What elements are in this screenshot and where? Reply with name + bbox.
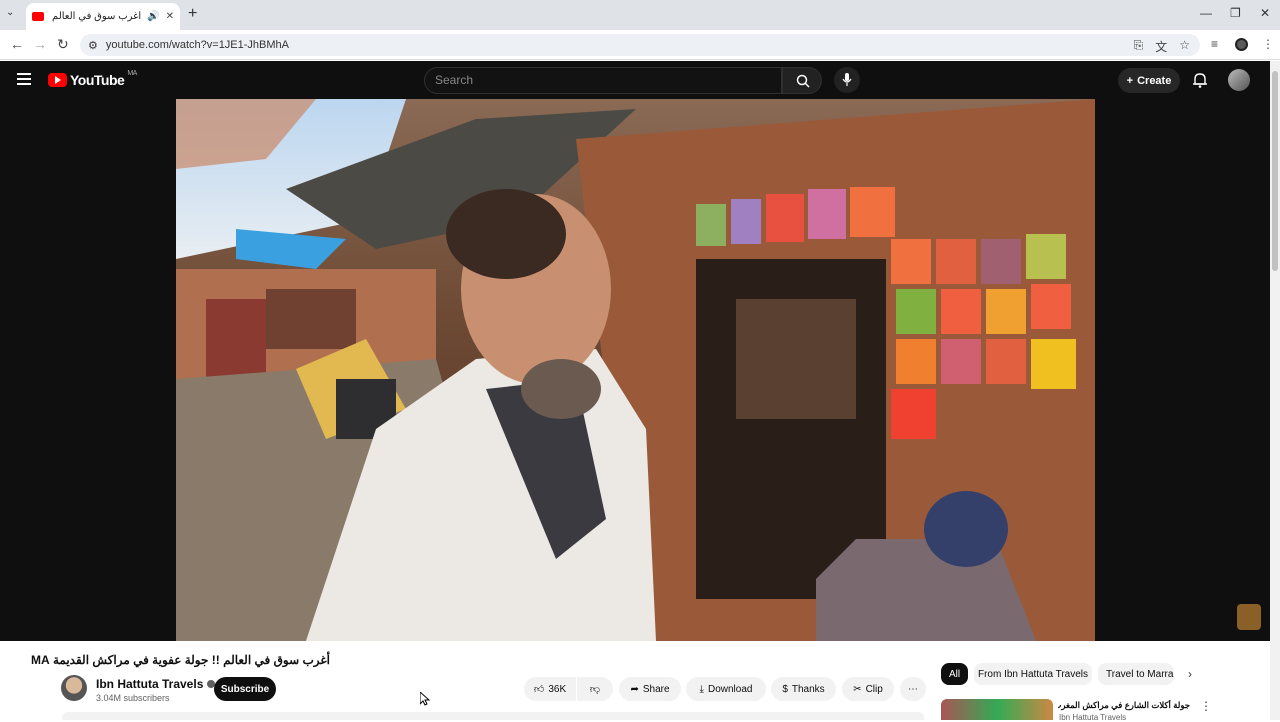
window-close-icon[interactable]: ✕ [1260, 6, 1270, 20]
chip-travel[interactable]: Travel to Marrak [1098, 663, 1174, 685]
speaker-icon[interactable]: 🔊 [147, 11, 159, 22]
extension-overlay-icon[interactable] [1237, 604, 1261, 630]
next-video-title[interactable]: جولة أكلات الشارع في مراكش المغرب MA [1058, 700, 1190, 711]
more-horizontal-icon: ⋯ [908, 683, 918, 695]
video-info-section: أغرب سوق في العالم !! جولة عفوية في مراك… [0, 641, 1270, 722]
video-title: أغرب سوق في العالم !! جولة عفوية في مراك… [30, 653, 330, 667]
video-frame-image [176, 99, 1095, 641]
description-box-top[interactable] [62, 712, 924, 720]
clip-button[interactable]: ✂ Clip [842, 677, 894, 701]
thumbs-down-icon: 👎︎ [589, 684, 601, 695]
thanks-label: Thanks [791, 683, 825, 695]
site-info-icon[interactable]: ⚙ [88, 39, 98, 52]
next-video-menu-icon[interactable]: ⋮ [1200, 699, 1212, 713]
browser-profile-avatar[interactable] [1235, 38, 1248, 51]
scissors-icon: ✂ [853, 683, 862, 695]
mouse-cursor-icon [420, 692, 430, 706]
microphone-icon [842, 73, 852, 86]
thanks-icon: $ [782, 683, 788, 695]
subscriber-count: 3.04M subscribers [96, 693, 170, 703]
voice-search-button[interactable] [834, 67, 860, 93]
download-button[interactable]: ⤓ Download [686, 677, 766, 701]
translate-icon[interactable]: 文 [1155, 38, 1167, 55]
account-avatar[interactable] [1228, 69, 1250, 91]
share-label: Share [642, 683, 670, 695]
chevron-right-icon[interactable]: › [1188, 667, 1192, 681]
notifications-bell-icon[interactable] [1193, 72, 1207, 88]
install-app-icon[interactable]: ⎘ [1134, 38, 1144, 55]
reload-icon[interactable]: ↻ [57, 36, 69, 53]
page-scrollbar[interactable] [1270, 61, 1280, 720]
restore-icon[interactable]: ❐ [1230, 6, 1241, 20]
share-button[interactable]: ➦ Share [619, 677, 681, 701]
hamburger-menu-icon[interactable] [17, 73, 31, 88]
minimize-icon[interactable]: — [1200, 6, 1212, 20]
browser-toolbar: ← → ↻ ⚙ youtube.com/watch?v=1JE1-JhBMhA … [0, 30, 1280, 60]
logo-text: YouTube [70, 72, 125, 88]
bookmark-star-icon[interactable]: ☆ [1179, 38, 1190, 55]
channel-name-link[interactable]: Ibn Hattuta Travels [96, 677, 216, 691]
tab-search-icon[interactable]: ⌄ [6, 7, 14, 18]
next-video-channel: Ibn Hattuta Travels [1059, 713, 1127, 722]
youtube-favicon-icon [32, 12, 44, 21]
subscribe-button[interactable]: Subscribe [214, 677, 276, 701]
like-count: 36K [548, 683, 567, 695]
create-button[interactable]: + Create [1118, 68, 1180, 93]
plus-icon: + [1126, 74, 1134, 87]
create-label: Create [1137, 74, 1172, 87]
media-controls-icon[interactable]: ≡ [1211, 37, 1218, 51]
more-menu-icon[interactable]: ⋮ [1262, 37, 1274, 51]
search-button[interactable] [782, 67, 822, 94]
country-code: MA [127, 69, 137, 77]
channel-avatar[interactable] [61, 675, 87, 701]
back-icon[interactable]: ← [10, 36, 24, 52]
channel-name[interactable]: Ibn Hattuta Travels [96, 677, 203, 691]
new-tab-icon[interactable]: + [188, 5, 197, 23]
search-icon [796, 74, 810, 88]
next-video-thumbnail[interactable] [941, 699, 1053, 720]
chip-all[interactable]: All [941, 663, 968, 685]
forward-icon[interactable]: → [33, 36, 47, 52]
scrollbar-thumb[interactable] [1272, 71, 1278, 271]
tab-title: أغرب سوق في العالم !! جولة [50, 11, 142, 22]
address-bar[interactable]: ⚙ youtube.com/watch?v=1JE1-JhBMhA [80, 34, 1200, 56]
download-label: Download [707, 683, 753, 695]
close-icon[interactable]: ✕ [166, 11, 174, 22]
browser-tab[interactable]: أغرب سوق في العالم !! جولة 🔊 ✕ [26, 3, 180, 30]
masthead: YouTube MA Search + Create [0, 61, 1270, 99]
clip-label: Clip [865, 683, 883, 695]
thumbs-up-icon: 👍︎ [533, 684, 545, 695]
share-icon: ➦ [630, 683, 639, 695]
youtube-dark-area: YouTube MA Search + Create [0, 61, 1270, 641]
thanks-button[interactable]: $ Thanks [771, 677, 836, 701]
dislike-button[interactable]: 👎︎ [577, 677, 613, 701]
chip-from-channel[interactable]: From Ibn Hattuta Travels [974, 663, 1092, 685]
url-text[interactable]: youtube.com/watch?v=1JE1-JhBMhA [106, 39, 289, 51]
youtube-play-icon [48, 73, 67, 87]
video-player[interactable] [176, 99, 1095, 641]
search-input[interactable]: Search [424, 67, 782, 94]
browser-tab-strip: ⌄ أغرب سوق في العالم !! جولة 🔊 ✕ + — ❐ ✕ [0, 0, 1280, 30]
more-actions-button[interactable]: ⋯ [900, 677, 926, 701]
youtube-logo[interactable]: YouTube MA [48, 69, 137, 88]
download-icon: ⤓ [699, 683, 704, 695]
like-button[interactable]: 👍︎ 36K [524, 677, 576, 701]
